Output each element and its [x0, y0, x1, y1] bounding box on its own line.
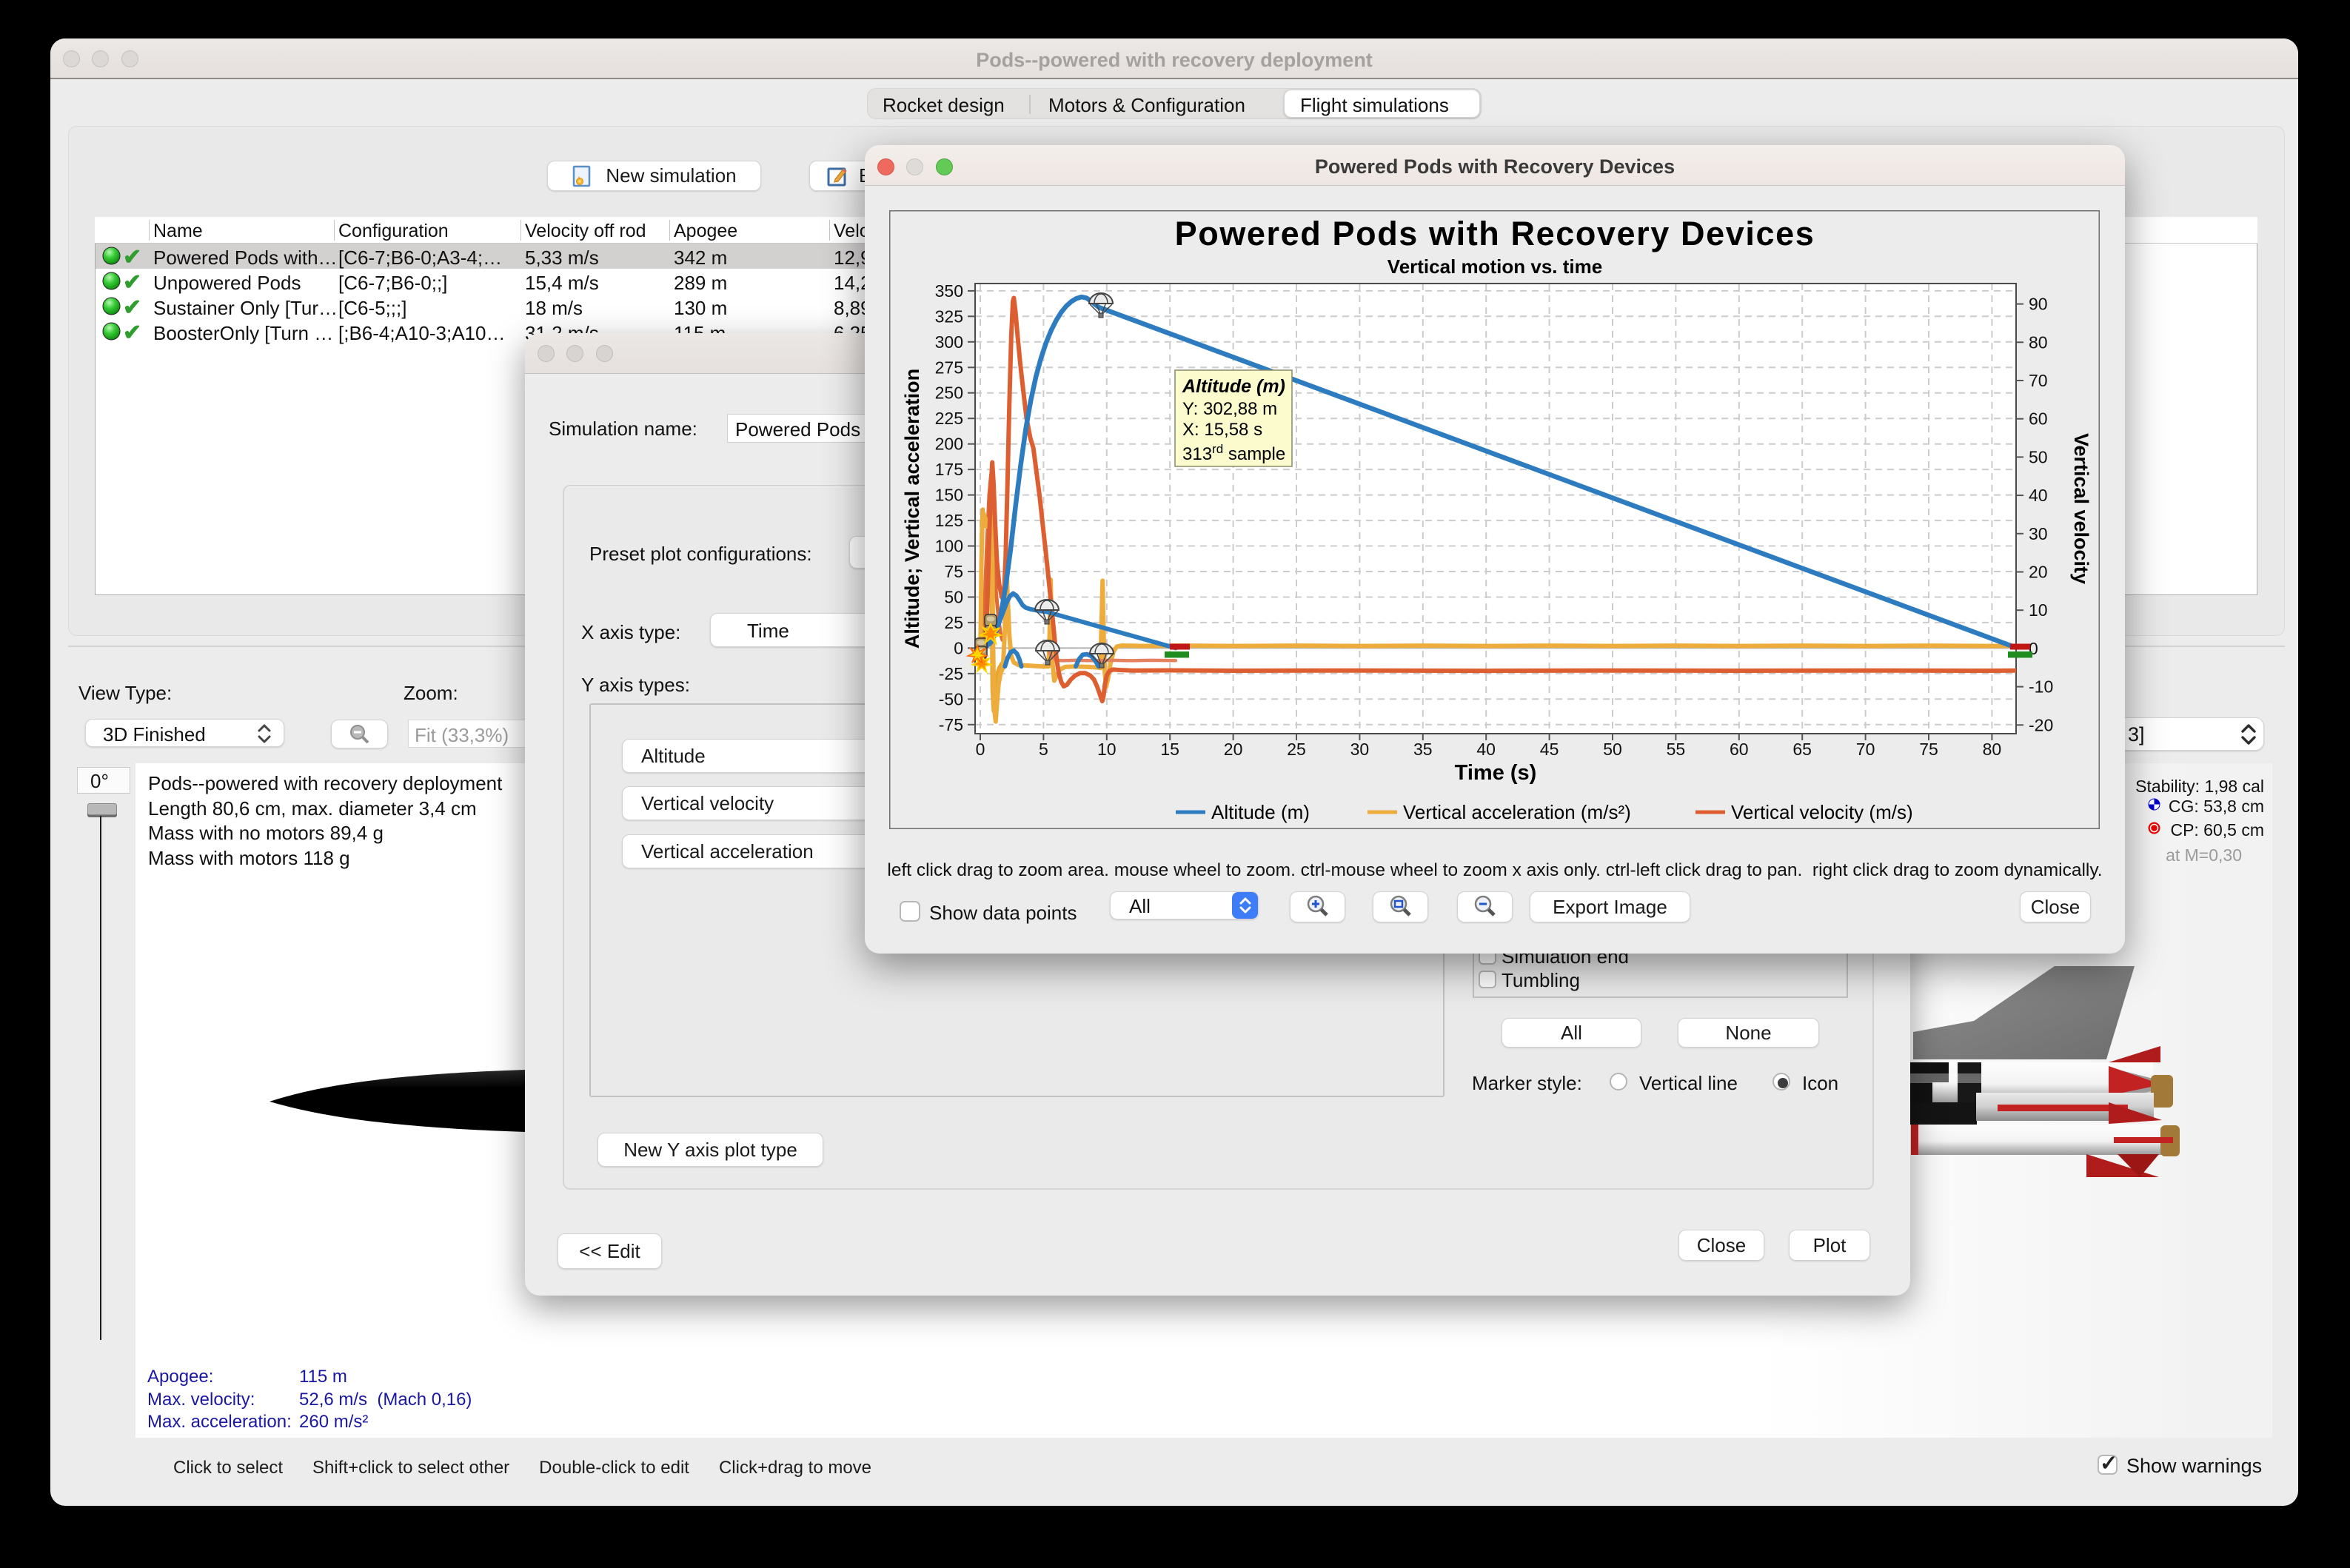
svg-text:40: 40 — [1476, 740, 1496, 759]
svg-text:-25: -25 — [939, 664, 963, 683]
svg-text:350: 350 — [935, 281, 963, 301]
svg-text:40: 40 — [2029, 486, 2048, 505]
svg-text:-75: -75 — [939, 715, 963, 734]
svg-text:-10: -10 — [2029, 677, 2053, 697]
svg-text:Altitude (m): Altitude (m) — [1182, 376, 1285, 397]
svg-text:35: 35 — [1413, 740, 1433, 759]
svg-text:175: 175 — [935, 460, 963, 479]
svg-text:Vertical acceleration (m/s²): Vertical acceleration (m/s²) — [1403, 801, 1631, 823]
svg-text:Y: 302,88 m: Y: 302,88 m — [1182, 399, 1277, 419]
svg-text:225: 225 — [935, 409, 963, 428]
svg-text:30: 30 — [2029, 524, 2048, 543]
svg-text:10: 10 — [2029, 600, 2048, 620]
svg-text:75: 75 — [1919, 740, 1938, 759]
svg-text:Time (s): Time (s) — [1455, 761, 1537, 785]
svg-text:90: 90 — [2029, 295, 2048, 314]
svg-text:250: 250 — [935, 383, 963, 403]
svg-text:50: 50 — [2029, 447, 2048, 466]
svg-text:65: 65 — [1792, 740, 1812, 759]
svg-text:75: 75 — [944, 562, 963, 581]
svg-text:50: 50 — [944, 588, 963, 607]
svg-text:Vertical motion vs. time: Vertical motion vs. time — [1387, 255, 1602, 278]
svg-text:Vertical velocity (m/s): Vertical velocity (m/s) — [1731, 801, 1913, 823]
svg-text:Vertical velocity: Vertical velocity — [2070, 433, 2092, 584]
svg-text:Altitude; Vertical acceleratio: Altitude; Vertical acceleration — [901, 369, 923, 649]
svg-text:20: 20 — [2029, 563, 2048, 582]
svg-text:300: 300 — [935, 332, 963, 352]
svg-text:10: 10 — [1097, 740, 1117, 759]
svg-text:5: 5 — [1039, 740, 1048, 759]
svg-text:313rd sample: 313rd sample — [1182, 442, 1285, 464]
svg-text:25: 25 — [1287, 740, 1306, 759]
svg-text:50: 50 — [1603, 740, 1622, 759]
svg-text:45: 45 — [1540, 740, 1559, 759]
svg-text:15: 15 — [1160, 740, 1179, 759]
svg-text:30: 30 — [1350, 740, 1370, 759]
svg-text:20: 20 — [1224, 740, 1243, 759]
svg-text:80: 80 — [2029, 332, 2048, 352]
svg-text:60: 60 — [1730, 740, 1749, 759]
svg-text:0: 0 — [976, 740, 985, 759]
svg-text:60: 60 — [2029, 409, 2048, 429]
svg-text:150: 150 — [935, 486, 963, 505]
svg-text:100: 100 — [935, 537, 963, 556]
svg-text:325: 325 — [935, 306, 963, 326]
svg-text:200: 200 — [935, 435, 963, 454]
svg-text:Altitude (m): Altitude (m) — [1211, 801, 1310, 823]
svg-text:-20: -20 — [2029, 715, 2053, 734]
svg-text:Powered Pods with Recovery Dev: Powered Pods with Recovery Devices — [1175, 215, 1815, 252]
svg-text:25: 25 — [944, 613, 963, 632]
svg-text:X: 15,58 s: X: 15,58 s — [1182, 420, 1262, 440]
svg-text:55: 55 — [1667, 740, 1686, 759]
svg-text:275: 275 — [935, 358, 963, 377]
svg-text:70: 70 — [1856, 740, 1875, 759]
svg-text:0: 0 — [954, 638, 963, 657]
svg-text:-50: -50 — [939, 689, 963, 708]
svg-text:125: 125 — [935, 511, 963, 530]
svg-text:80: 80 — [1983, 740, 2002, 759]
svg-text:70: 70 — [2029, 371, 2048, 390]
